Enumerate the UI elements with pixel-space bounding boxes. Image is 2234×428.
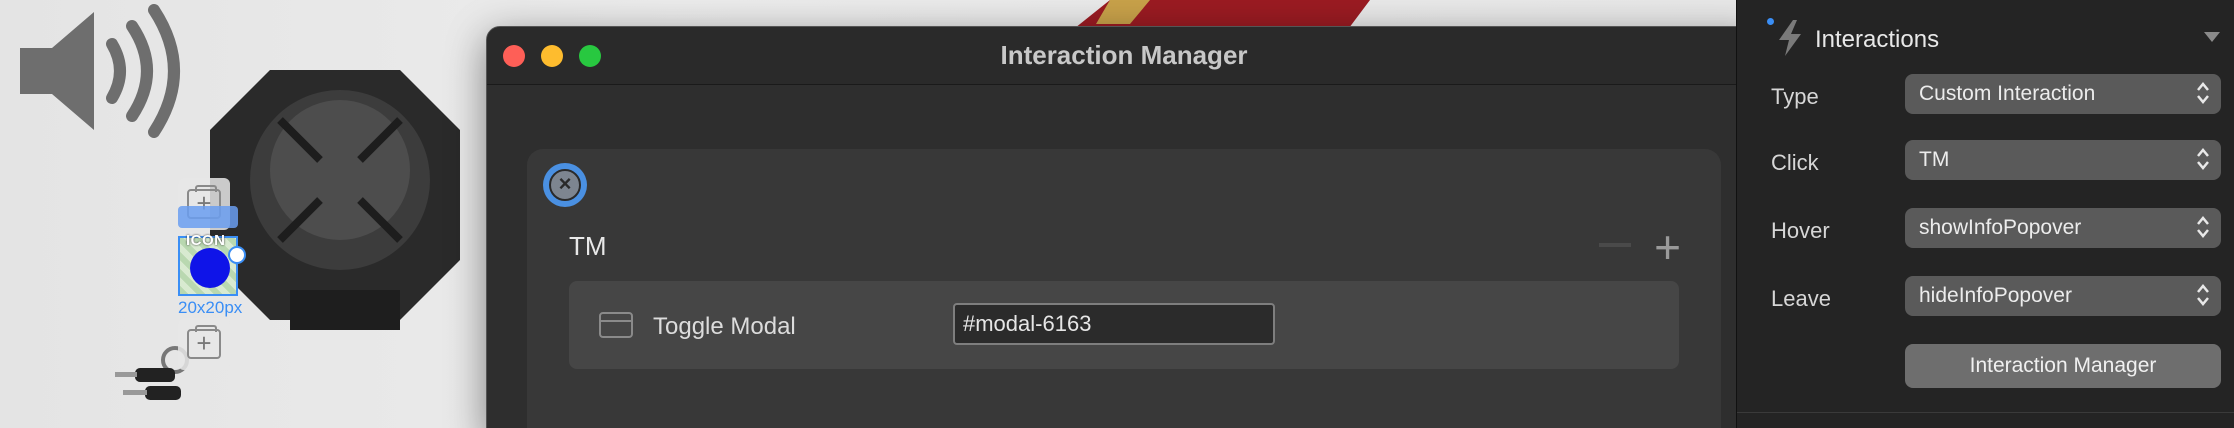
remove-action-button[interactable]	[1599, 243, 1631, 247]
interaction-name: TM	[569, 231, 607, 261]
icon-dot	[190, 248, 230, 288]
leave-select-value: hideInfoPopover	[1919, 284, 2072, 307]
resize-handle[interactable]	[228, 246, 246, 264]
leave-select[interactable]: hideInfoPopover	[1905, 276, 2221, 316]
type-select-value: Custom Interaction	[1919, 82, 2096, 105]
close-icon: ×	[549, 169, 581, 201]
hover-select[interactable]: showInfoPopover	[1905, 208, 2221, 248]
click-select[interactable]: TM	[1905, 140, 2221, 180]
drop-highlight	[178, 206, 238, 228]
chevron-updown-icon	[2197, 148, 2209, 170]
action-label: Toggle Modal	[653, 313, 796, 340]
triangle-down-icon[interactable]	[2204, 32, 2220, 42]
add-action-button[interactable]: +	[1654, 224, 1681, 270]
interaction-manager-button[interactable]: Interaction Manager	[1905, 344, 2221, 388]
close-window-button[interactable]	[503, 45, 525, 67]
click-select-value: TM	[1919, 148, 1950, 171]
panel-divider	[1737, 412, 2234, 413]
zoom-window-button[interactable]	[579, 45, 601, 67]
click-label: Click	[1771, 150, 1819, 175]
speaker-icon	[20, 4, 180, 138]
icon-element-label: ICON	[186, 232, 226, 249]
add-element-slot-bottom[interactable]: +	[178, 318, 230, 370]
hover-select-value: showInfoPopover	[1919, 216, 2082, 239]
minimize-window-button[interactable]	[541, 45, 563, 67]
click-row: Click TM	[1737, 140, 2234, 184]
modified-indicator	[1767, 18, 1774, 25]
panel-header[interactable]: Interactions	[1737, 0, 2234, 76]
window-body: × TM + Toggle Modal	[487, 85, 1761, 428]
interaction-card: × TM + Toggle Modal	[527, 149, 1721, 428]
interaction-manager-window: Interaction Manager × TM + Toggle Modal	[486, 26, 1762, 428]
plus-icon: +	[187, 325, 221, 359]
chevron-updown-icon	[2197, 284, 2209, 306]
hover-row: Hover showInfoPopover	[1737, 208, 2234, 252]
action-row[interactable]: Toggle Modal	[569, 281, 1679, 369]
remove-interaction-button[interactable]: ×	[543, 163, 587, 207]
leave-row: Leave hideInfoPopover	[1737, 276, 2234, 320]
size-label: 20x20px	[178, 298, 243, 317]
window-title: Interaction Manager	[1000, 40, 1248, 70]
type-row: Type Custom Interaction	[1737, 74, 2234, 118]
action-target-input[interactable]	[953, 303, 1275, 345]
bolt-icon	[1779, 20, 1801, 56]
chevron-updown-icon	[2197, 82, 2209, 104]
traffic-lights	[503, 45, 601, 67]
window-icon	[599, 312, 633, 338]
type-select[interactable]: Custom Interaction	[1905, 74, 2221, 114]
interactions-panel: Interactions Type Custom Interaction Cli…	[1736, 0, 2234, 428]
window-titlebar[interactable]: Interaction Manager	[487, 27, 1761, 85]
chevron-updown-icon	[2197, 216, 2209, 238]
leave-label: Leave	[1771, 286, 1831, 311]
type-label: Type	[1771, 84, 1819, 109]
hover-label: Hover	[1771, 218, 1830, 243]
panel-title: Interactions	[1815, 26, 1940, 53]
